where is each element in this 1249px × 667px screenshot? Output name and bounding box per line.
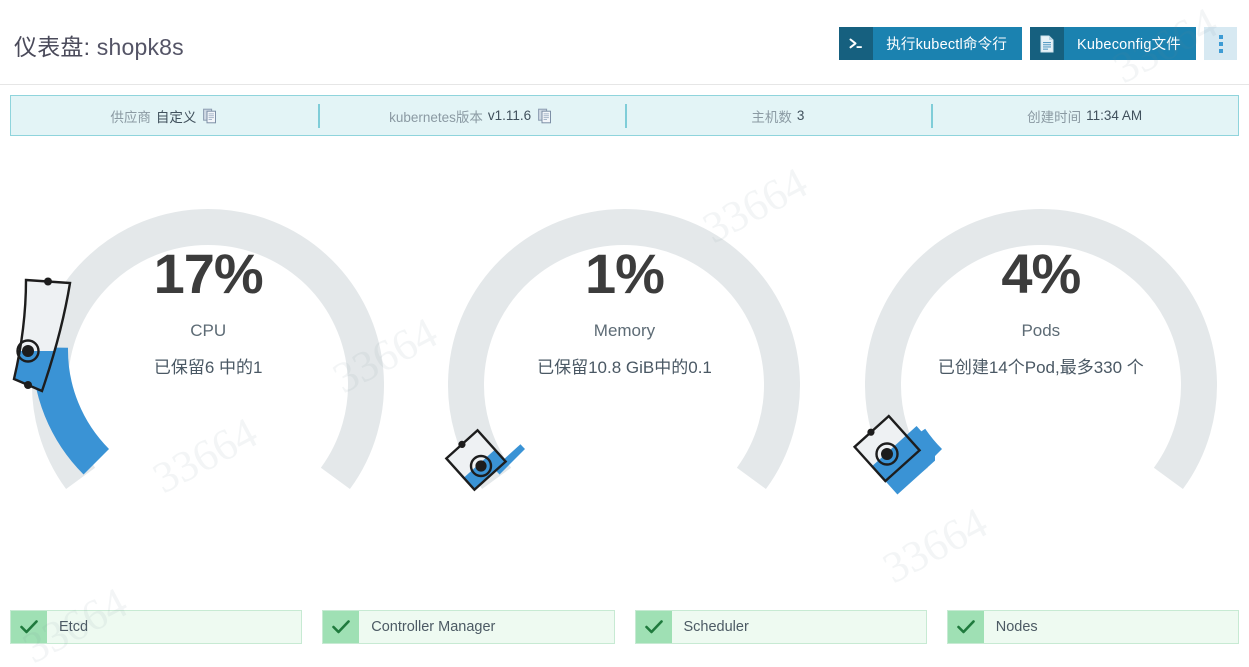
kebab-dot xyxy=(1218,34,1223,39)
info-provider: 供应商 自定义 xyxy=(11,96,318,135)
info-host-count: 主机数 3 xyxy=(624,96,932,135)
info-provider-key: 供应商 xyxy=(110,109,151,125)
info-created-time-key: 创建时间 xyxy=(1027,109,1082,125)
info-created-time-value: 11:34 AM xyxy=(1086,108,1143,123)
cluster-name: shopk8s xyxy=(96,34,184,60)
status-label-nodes: Nodes xyxy=(995,619,1038,635)
status-label-etcd: Etcd xyxy=(59,619,89,635)
kebab-dot xyxy=(1218,48,1223,53)
run-kubectl-button[interactable]: 执行kubectl命令行 xyxy=(839,27,1023,60)
terminal-icon xyxy=(839,27,874,60)
status-item-controller-manager[interactable]: Controller Manager xyxy=(322,610,615,644)
check-icon xyxy=(947,611,984,643)
header-actions: 执行kubectl命令行 Kubeconfig文件 xyxy=(839,27,1237,60)
copy-icon[interactable] xyxy=(203,108,218,124)
info-provider-value: 自定义 xyxy=(155,109,197,125)
gauge-memory: 1% Memory 已保留10.8 GiB中的0.1 xyxy=(416,150,832,550)
run-kubectl-label: 执行kubectl命令行 xyxy=(886,37,1008,53)
gauge-cpu: 17% CPU 已保留6 中的1 xyxy=(0,150,416,550)
file-document-icon xyxy=(1030,27,1065,60)
check-icon xyxy=(635,611,672,643)
kubeconfig-file-button[interactable]: Kubeconfig文件 xyxy=(1030,27,1196,60)
check-icon xyxy=(11,611,47,643)
kebab-dot xyxy=(1218,41,1223,46)
info-host-count-key: 主机数 xyxy=(751,109,792,125)
component-status-row: Etcd Controller Manager Scheduler Nodes xyxy=(10,610,1239,644)
gauge-pods: 4% Pods 已创建14个Pod,最多330 个 xyxy=(833,150,1249,550)
cluster-info-bar: 供应商 自定义 kubernetes版本 v1.11.6 主机数 3 创建时间 … xyxy=(10,95,1239,136)
gauge-row: 17% CPU 已保留6 中的1 1% Memory 已保留10.8 GiB中的… xyxy=(0,150,1249,550)
info-k8s-version-value: v1.11.6 xyxy=(487,108,532,123)
status-item-nodes[interactable]: Nodes xyxy=(946,610,1239,644)
info-k8s-version-key: kubernetes版本 xyxy=(389,109,483,125)
dashboard-page: 仪表盘: shopk8s 执行kubectl命令行 Kubeconfig文件 供… xyxy=(0,0,1249,667)
gauge-memory-arc xyxy=(448,209,801,490)
status-label-scheduler: Scheduler xyxy=(683,619,749,635)
page-title-prefix: 仪表盘: xyxy=(14,34,91,60)
check-icon xyxy=(323,611,360,643)
status-label-controller-manager: Controller Manager xyxy=(371,619,496,635)
status-item-scheduler[interactable]: Scheduler xyxy=(634,610,927,644)
copy-icon[interactable] xyxy=(538,108,553,124)
kebab-menu-icon[interactable] xyxy=(1204,27,1237,60)
status-item-etcd[interactable]: Etcd xyxy=(10,610,303,644)
info-created-time: 创建时间 11:34 AM xyxy=(931,96,1238,135)
page-title: 仪表盘: shopk8s xyxy=(14,28,184,62)
info-host-count-value: 3 xyxy=(796,108,805,123)
kubeconfig-file-label: Kubeconfig文件 xyxy=(1077,37,1181,53)
gauge-pods-arc xyxy=(864,209,1217,490)
page-header: 仪表盘: shopk8s 执行kubectl命令行 Kubeconfig文件 xyxy=(0,0,1249,85)
gauge-cpu-arc xyxy=(32,209,385,490)
info-kubernetes-version: kubernetes版本 v1.11.6 xyxy=(317,96,625,135)
